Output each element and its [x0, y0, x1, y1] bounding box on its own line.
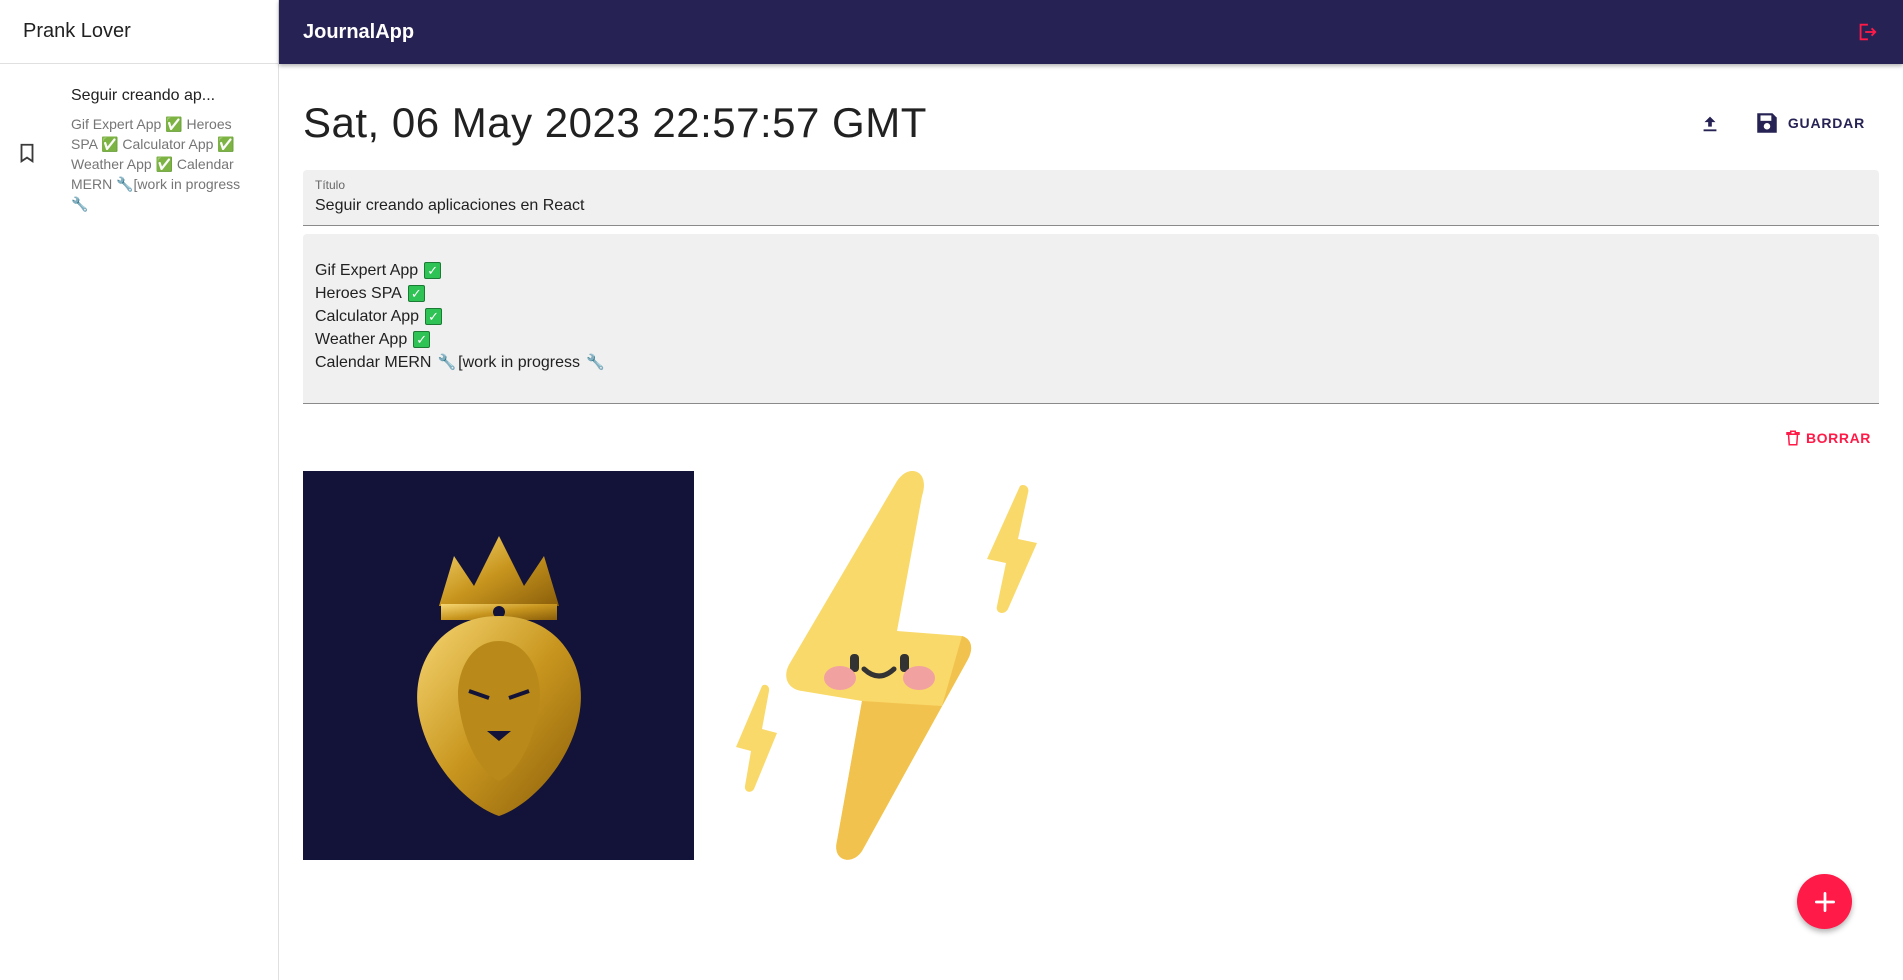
trash-icon — [1786, 430, 1800, 445]
body-line-text: Gif Expert App — [315, 262, 419, 279]
check-icon: ✓ — [407, 285, 425, 302]
check-icon: ✓ — [424, 262, 442, 279]
body-line: Calculator App ✓ — [315, 305, 1867, 328]
delete-row: BORRAR — [303, 404, 1879, 471]
body-line: Weather App ✓ — [315, 328, 1867, 351]
body-field[interactable]: Gif Expert App ✓ Heroes SPA ✓ Calculator A… — [303, 234, 1879, 404]
note-title: Seguir creando ap... — [71, 87, 216, 104]
sidebar-note-item[interactable]: Seguir creando ap... Gif Expert App ✅ He… — [0, 64, 278, 224]
sidebar-header: Prank Lover — [0, 0, 278, 64]
note-date: Sat, 06 May 2023 22:57:57 GMT — [303, 99, 927, 146]
add-note-button[interactable] — [1797, 874, 1852, 929]
note-preview: Gif Expert App ✅ Heroes SPA ✅ Calculator… — [71, 116, 241, 212]
delete-label: BORRAR — [1805, 429, 1871, 446]
delete-button[interactable]: BORRAR — [1784, 428, 1871, 448]
image-gallery — [303, 471, 1879, 860]
sidebar: Prank Lover Seguir creando ap... Gif Exp… — [0, 0, 279, 980]
wrench-icon: 🔧 — [586, 354, 605, 371]
lightning-bolt-image — [712, 471, 1103, 860]
upload-button[interactable] — [1690, 103, 1730, 143]
body-line-text: Calculator App — [315, 308, 420, 325]
body-line: Heroes SPA ✓ — [315, 282, 1867, 305]
save-label: GUARDAR — [1787, 115, 1865, 131]
date-row: Sat, 06 May 2023 22:57:57 GMT GUARDAR — [303, 64, 1879, 172]
body-line: Gif Expert App ✓ — [315, 259, 1867, 282]
body-line-text: Calendar MERN — [315, 354, 432, 371]
save-icon — [1757, 113, 1777, 133]
app-bar: JournalApp — [279, 0, 1903, 64]
body-line-tail: [work in progress — [458, 354, 580, 371]
upload-icon — [1703, 116, 1717, 132]
wrench-icon: 🔧 — [437, 354, 457, 371]
check-icon: ✓ — [413, 331, 431, 348]
note-editor: Sat, 06 May 2023 22:57:57 GMT GUARDAR Tí… — [303, 64, 1879, 860]
check-icon: ✓ — [425, 308, 443, 325]
logout-icon[interactable] — [1855, 20, 1879, 44]
user-name: Prank Lover — [23, 20, 131, 42]
title-input[interactable] — [315, 194, 1867, 218]
save-button[interactable]: GUARDAR — [1740, 104, 1879, 142]
note-text: Seguir creando ap... Gif Expert App ✅ He… — [71, 85, 249, 214]
app-title: JournalApp — [303, 20, 415, 43]
lion-crown-image — [303, 471, 694, 860]
note-actions: GUARDAR — [1690, 103, 1879, 143]
title-field[interactable]: Título — [303, 170, 1879, 226]
body-line-text: Weather App — [315, 331, 408, 348]
title-label: Título — [315, 178, 346, 192]
body-line-text: Heroes SPA — [315, 285, 402, 302]
bookmark-icon — [16, 141, 38, 214]
body-line: Calendar MERN 🔧 [work in progress 🔧 — [315, 351, 1867, 374]
plus-icon — [1814, 891, 1835, 912]
